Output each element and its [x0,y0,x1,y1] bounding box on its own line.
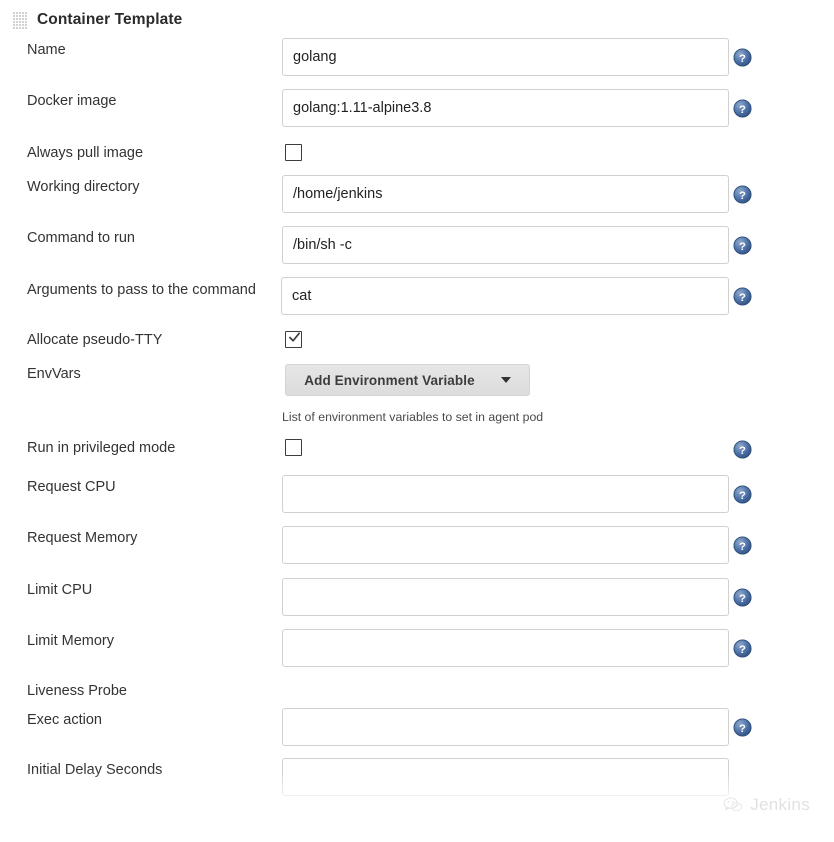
check-icon [289,332,300,342]
label-working-directory: Working directory [27,179,140,195]
run-privileged-checkbox[interactable] [285,439,302,456]
label-always-pull-image: Always pull image [27,145,144,161]
request-memory-input[interactable] [282,526,729,564]
label-request-cpu: Request CPU [27,479,116,495]
drag-grid-icon[interactable] [13,11,28,29]
help-question-icon[interactable]: ? [733,485,752,504]
section-header: Container Template [13,8,182,32]
add-environment-variable-button[interactable]: Add Environment Variable [285,364,530,396]
page-title: Container Template [37,11,183,28]
limit-memory-input[interactable] [282,629,729,667]
svg-text:?: ? [739,241,746,253]
working-directory-input[interactable] [282,175,729,213]
chevron-down-icon [500,377,511,383]
initial-delay-seconds-input[interactable] [282,758,729,796]
label-allocate-pseudo-tty: Allocate pseudo-TTY [27,332,163,348]
limit-cpu-input[interactable] [282,578,729,616]
label-arguments: Arguments to pass to the command [27,282,256,298]
label-run-privileged: Run in privileged mode [27,440,176,456]
svg-text:?: ? [739,593,746,605]
svg-text:?: ? [739,445,746,457]
label-limit-cpu: Limit CPU [27,582,93,598]
label-command-to-run: Command to run [27,230,135,246]
help-question-icon[interactable]: ? [733,639,752,658]
svg-text:?: ? [739,104,746,116]
label-request-memory: Request Memory [27,530,138,546]
svg-text:?: ? [739,723,746,735]
svg-text:?: ? [739,53,746,65]
help-question-icon[interactable]: ? [733,440,752,459]
label-liveness-probe: Liveness Probe [27,683,127,699]
svg-text:?: ? [739,541,746,553]
request-cpu-input[interactable] [282,475,729,513]
help-question-icon[interactable]: ? [733,536,752,555]
help-question-icon[interactable]: ? [733,718,752,737]
envvars-helper-text: List of environment variables to set in … [282,410,544,424]
svg-text:?: ? [739,644,746,656]
container-template-form: Container Template Name ? Docker image ? [0,0,834,842]
allocate-pseudo-tty-checkbox[interactable] [285,331,302,348]
help-question-icon[interactable]: ? [733,236,752,255]
help-question-icon[interactable]: ? [733,588,752,607]
arguments-input[interactable] [281,277,729,315]
label-limit-memory: Limit Memory [27,633,115,649]
svg-text:?: ? [739,490,746,502]
help-question-icon[interactable]: ? [733,185,752,204]
label-exec-action: Exec action [27,712,102,728]
svg-text:?: ? [739,292,746,304]
help-question-icon[interactable]: ? [733,48,752,67]
name-input[interactable] [282,38,729,76]
label-name: Name [27,42,66,58]
label-docker-image: Docker image [27,93,117,109]
svg-text:?: ? [739,190,746,202]
command-to-run-input[interactable] [282,226,729,264]
always-pull-image-checkbox[interactable] [285,144,302,161]
docker-image-input[interactable] [282,89,729,127]
label-envvars: EnvVars [27,366,81,382]
help-question-icon[interactable]: ? [733,287,752,306]
help-question-icon[interactable]: ? [733,99,752,118]
exec-action-input[interactable] [282,708,729,746]
watermark: Jenkins [723,795,810,815]
add-environment-variable-label: Add Environment Variable [304,372,475,388]
wechat-icon [723,796,743,814]
label-initial-delay-seconds: Initial Delay Seconds [27,762,163,778]
watermark-label: Jenkins [750,795,810,814]
